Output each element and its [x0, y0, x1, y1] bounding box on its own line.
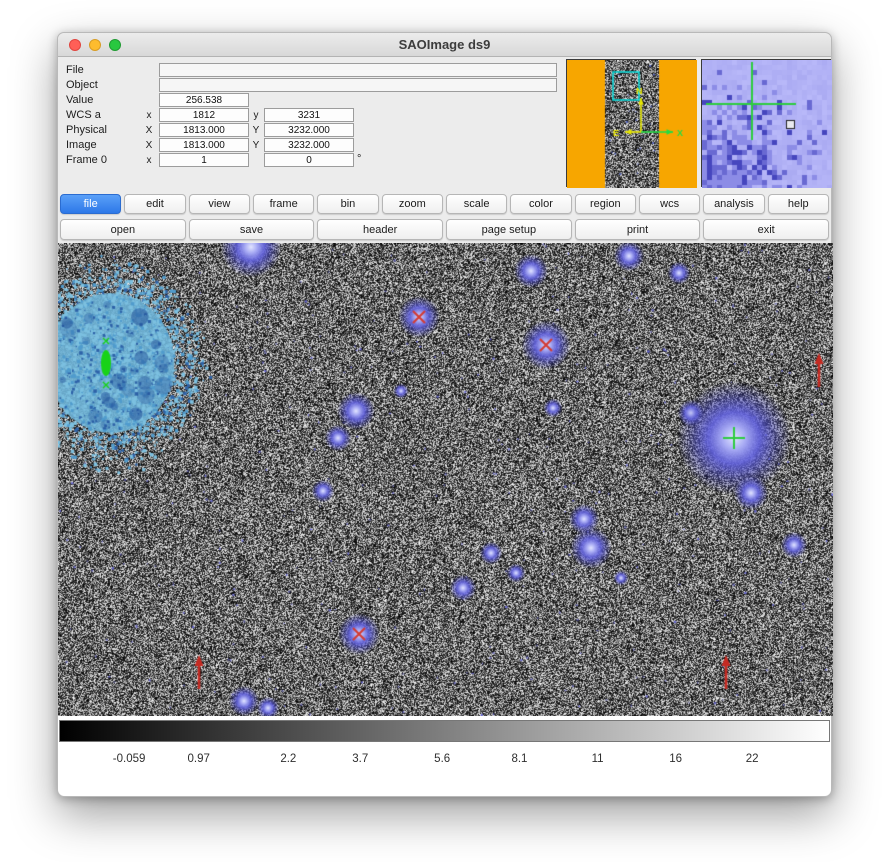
image-label: Image — [66, 139, 97, 151]
wcs-y-label: y — [249, 110, 263, 121]
maximize-button[interactable] — [109, 39, 121, 51]
image-x-label: X — [142, 140, 156, 151]
colorbar-tick-label: 22 — [746, 753, 759, 765]
info-panel: File Object Value WCS a x y Physical X Y… — [58, 58, 831, 194]
menu-bin-button[interactable]: bin — [317, 194, 378, 214]
physical-y-input[interactable] — [264, 123, 354, 137]
image-y-input[interactable] — [264, 138, 354, 152]
menu-region-button[interactable]: region — [575, 194, 636, 214]
physical-y-label: Y — [249, 125, 263, 136]
colorbar-section: -0.059 0.97 2.2 3.7 5.6 8.1 11 16 22 — [58, 716, 831, 796]
colorbar-tick-label: 5.6 — [434, 753, 450, 765]
menu-view-button[interactable]: view — [189, 194, 250, 214]
value-label: Value — [66, 94, 93, 106]
physical-x-label: X — [142, 125, 156, 136]
menu-help-button[interactable]: help — [768, 194, 829, 214]
object-label: Object — [66, 79, 98, 91]
physical-x-input[interactable] — [159, 123, 249, 137]
value-input[interactable] — [159, 93, 249, 107]
colorbar-tick-label: 16 — [669, 753, 682, 765]
wcs-x-input[interactable] — [159, 108, 249, 122]
frame-rotation-input[interactable] — [264, 153, 354, 167]
frame-label: Frame 0 — [66, 154, 107, 166]
menu-page-setup-button[interactable]: page setup — [446, 219, 572, 240]
colorbar-tick-label: 0.97 — [187, 753, 209, 765]
colorbar-tick-label: 11 — [592, 753, 604, 765]
menu-exit-button[interactable]: exit — [703, 219, 829, 240]
colorbar-tick-label: 2.2 — [280, 753, 296, 765]
menu-header-button[interactable]: header — [317, 219, 443, 240]
magnifier-canvas[interactable] — [702, 60, 832, 188]
minimize-button[interactable] — [89, 39, 101, 51]
panner[interactable] — [566, 59, 696, 187]
window-title: SAOImage ds9 — [58, 33, 831, 57]
image-x-input[interactable] — [159, 138, 249, 152]
menu-bar: fileeditviewframebinzoomscalecolorregion… — [60, 194, 829, 214]
titlebar[interactable]: SAOImage ds9 — [58, 33, 831, 57]
menu-zoom-button[interactable]: zoom — [382, 194, 443, 214]
magnifier[interactable] — [701, 59, 831, 187]
colorbar-tick-label: -0.059 — [113, 753, 146, 765]
wcs-x-label: x — [142, 110, 156, 121]
menu-scale-button[interactable]: scale — [446, 194, 507, 214]
menu-file-button[interactable]: file — [60, 194, 121, 214]
file-input[interactable] — [159, 63, 557, 77]
wcs-y-input[interactable] — [264, 108, 354, 122]
panner-canvas[interactable] — [567, 60, 697, 188]
file-submenu-bar: opensaveheaderpage setupprintexit — [60, 219, 829, 240]
colorbar-tick-label: 8.1 — [511, 753, 527, 765]
physical-label: Physical — [66, 124, 107, 136]
menu-edit-button[interactable]: edit — [124, 194, 185, 214]
menu-frame-button[interactable]: frame — [253, 194, 314, 214]
colorbar-tick-label: 3.7 — [352, 753, 368, 765]
object-input[interactable] — [159, 78, 557, 92]
menu-open-button[interactable]: open — [60, 219, 186, 240]
menu-save-button[interactable]: save — [189, 219, 315, 240]
close-button[interactable] — [69, 39, 81, 51]
file-label: File — [66, 64, 84, 76]
wcs-label: WCS a — [66, 109, 101, 121]
ds9-window: SAOImage ds9 File Object Value WCS a x y… — [57, 32, 832, 797]
colorbar[interactable] — [59, 720, 830, 742]
menu-analysis-button[interactable]: analysis — [703, 194, 764, 214]
traffic-lights — [69, 39, 121, 51]
frame-x-label: x — [142, 155, 156, 166]
degree-unit-label: ° — [357, 153, 361, 165]
menu-wcs-button[interactable]: wcs — [639, 194, 700, 214]
menu-print-button[interactable]: print — [575, 219, 701, 240]
image-display[interactable] — [58, 243, 833, 716]
frame-zoom-input[interactable] — [159, 153, 249, 167]
colorbar-ticks: -0.059 0.97 2.2 3.7 5.6 8.1 11 16 22 — [58, 753, 831, 769]
menu-color-button[interactable]: color — [510, 194, 571, 214]
image-y-label: Y — [249, 140, 263, 151]
